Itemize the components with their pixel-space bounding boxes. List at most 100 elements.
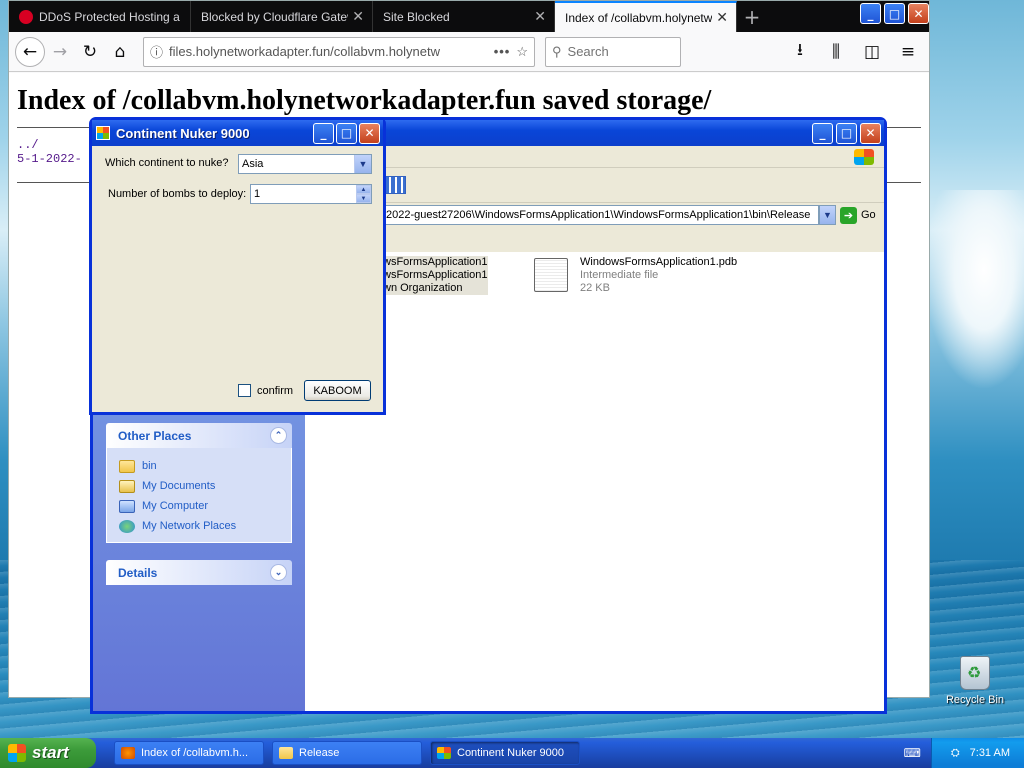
new-tab-button[interactable]: + — [737, 1, 767, 32]
place-my-computer[interactable]: My Computer — [119, 496, 279, 516]
forward-button[interactable]: → — [45, 37, 75, 67]
keyboard-icon[interactable]: ⌨ — [904, 746, 921, 760]
clock[interactable]: 7:31 AM — [970, 747, 1010, 759]
start-button[interactable]: start — [0, 738, 96, 768]
minimize-button[interactable]: _ — [860, 3, 881, 24]
minimize-button[interactable]: _ — [313, 122, 334, 144]
collapse-chevron-icon[interactable]: ⌃ — [270, 427, 287, 444]
bombs-stepper[interactable]: 1 ▲ ▼ — [250, 184, 372, 204]
close-tab-icon[interactable]: ✕ — [716, 9, 728, 26]
close-button[interactable]: ✕ — [359, 122, 380, 144]
close-tab-icon[interactable]: ✕ — [534, 8, 546, 25]
panel-title: Details — [118, 565, 158, 580]
network-icon — [119, 519, 135, 533]
blocked-icon — [19, 9, 33, 24]
nuker-form: Which continent to nuke? Asia ▼ Number o… — [92, 146, 383, 412]
file-size: 22 KB — [580, 282, 610, 294]
tab-bar: DDoS Protected Hosting a Blocked by Clou… — [9, 1, 929, 32]
start-label: start — [32, 743, 69, 762]
tab-label: Site Blocked — [383, 9, 450, 24]
search-input[interactable]: ⚲ Search — [545, 36, 681, 67]
bombs-value: 1 — [254, 188, 261, 200]
library-icon[interactable]: ⫼ — [821, 37, 851, 67]
file-item-pdb[interactable]: WindowsFormsApplication1.pdb Intermediat… — [580, 256, 737, 295]
folder-icon — [119, 459, 135, 473]
desktop-cloud — [924, 190, 1024, 390]
home-button[interactable]: ⌂ — [105, 37, 135, 67]
continent-nuker-window: Continent Nuker 9000 _ □ ✕ Which contine… — [89, 117, 386, 415]
tab-label: DDoS Protected Hosting a — [39, 9, 180, 24]
taskbar-item-release[interactable]: Release — [272, 741, 422, 765]
increment-icon[interactable]: ▲ — [356, 185, 371, 194]
toolbar-icons: ⭳ ⫼ ◫ ≡ — [785, 37, 923, 67]
downloads-icon[interactable]: ⭳ — [785, 37, 815, 67]
panel-title: Other Places — [118, 428, 192, 443]
details-panel: Details ⌄ — [106, 560, 292, 585]
tab-label: Index of /collabvm.holynetwor — [565, 10, 713, 25]
file-item-exe[interactable]: wsFormsApplication1 wsFormsApplication1 … — [383, 256, 488, 295]
continent-label: Which continent to nuke? — [105, 157, 229, 169]
continent-select[interactable]: Asia ▼ — [238, 154, 372, 174]
sidebar-icon[interactable]: ◫ — [857, 37, 887, 67]
info-icon[interactable]: ⓘ — [150, 42, 163, 61]
kaboom-button[interactable]: KABOOM — [304, 380, 371, 401]
app-icon — [437, 747, 451, 759]
views-icon[interactable] — [384, 176, 407, 194]
close-button[interactable]: ✕ — [908, 3, 929, 24]
place-my-documents[interactable]: My Documents — [119, 476, 279, 496]
confirm-checkbox[interactable]: confirm — [238, 384, 293, 397]
maximize-button[interactable]: □ — [884, 3, 905, 24]
continent-value: Asia — [242, 158, 264, 170]
tab-blocked-cloudflare[interactable]: Blocked by Cloudflare Gatew ✕ — [191, 1, 373, 32]
bookmark-star-icon[interactable]: ☆ — [516, 44, 528, 60]
reload-button[interactable]: ↻ — [75, 37, 105, 67]
stepper-arrows: ▲ ▼ — [356, 185, 371, 203]
place-label: My Network Places — [142, 520, 237, 532]
decrement-icon[interactable]: ▼ — [356, 194, 371, 203]
taskbar-label: Index of /collabvm.h... — [141, 747, 248, 759]
recycle-bin-icon — [960, 656, 990, 690]
expand-chevron-icon[interactable]: ⌄ — [270, 564, 287, 581]
pdb-file-icon[interactable] — [534, 258, 568, 292]
address-input[interactable]: 2022-guest27206\WindowsFormsApplication1… — [383, 205, 819, 225]
maximize-button[interactable]: □ — [336, 122, 357, 144]
maximize-button[interactable]: □ — [836, 122, 857, 144]
url-bar[interactable]: ⓘ files.holynetworkadapter.fun/collabvm.… — [143, 36, 535, 67]
taskbar-label: Continent Nuker 9000 — [457, 747, 565, 759]
system-tray: ⛭ 7:31 AM — [931, 738, 1024, 768]
minimize-button[interactable]: _ — [812, 122, 833, 144]
place-bin[interactable]: bin — [119, 456, 279, 476]
other-places-header[interactable]: Other Places ⌃ — [106, 423, 292, 448]
file-name: WindowsFormsApplication1.pdb — [580, 256, 738, 268]
confirm-label: confirm — [257, 384, 294, 397]
page-actions-icon[interactable]: ••• — [494, 44, 511, 59]
tab-index-of[interactable]: Index of /collabvm.holynetwor ✕ — [555, 1, 737, 32]
chevron-down-icon[interactable]: ▼ — [354, 155, 371, 173]
tab-site-blocked[interactable]: Site Blocked ✕ — [373, 1, 555, 32]
checkbox-box[interactable] — [238, 384, 251, 397]
place-network[interactable]: My Network Places — [119, 516, 279, 536]
folder-icon — [279, 747, 293, 759]
taskbar-label: Release — [299, 747, 340, 759]
details-header[interactable]: Details ⌄ — [106, 560, 292, 585]
file-type: Intermediate file — [580, 269, 659, 281]
recycle-bin[interactable]: Recycle Bin — [944, 656, 1006, 706]
other-places-panel: Other Places ⌃ bin My Documents My Compu… — [106, 423, 292, 543]
nuker-titlebar[interactable]: Continent Nuker 9000 _ □ ✕ — [92, 120, 383, 146]
taskbar-item-nuker[interactable]: Continent Nuker 9000 — [430, 741, 580, 765]
address-dropdown[interactable]: ▼ — [819, 205, 836, 225]
go-button[interactable]: ➔ Go — [840, 206, 876, 224]
go-label: Go — [861, 209, 876, 221]
page-title: Index of /collabvm.holynetworkadapter.fu… — [17, 85, 712, 116]
tray-icon[interactable]: ⛭ — [951, 747, 960, 760]
close-tab-icon[interactable]: ✕ — [352, 8, 364, 25]
back-button[interactable]: ← — [15, 36, 45, 67]
taskbar-item-firefox[interactable]: Index of /collabvm.h... — [114, 741, 264, 765]
menu-icon[interactable]: ≡ — [893, 37, 923, 67]
other-places-list: bin My Documents My Computer My Network … — [106, 448, 292, 543]
tab-ddos[interactable]: DDoS Protected Hosting a — [9, 1, 191, 32]
close-button[interactable]: ✕ — [860, 122, 881, 144]
bombs-label: Number of bombs to deploy: — [108, 188, 247, 200]
taskbar: start Index of /collabvm.h... Release Co… — [0, 738, 1024, 768]
navigation-bar: ← → ↻ ⌂ ⓘ files.holynetworkadapter.fun/c… — [9, 32, 929, 72]
